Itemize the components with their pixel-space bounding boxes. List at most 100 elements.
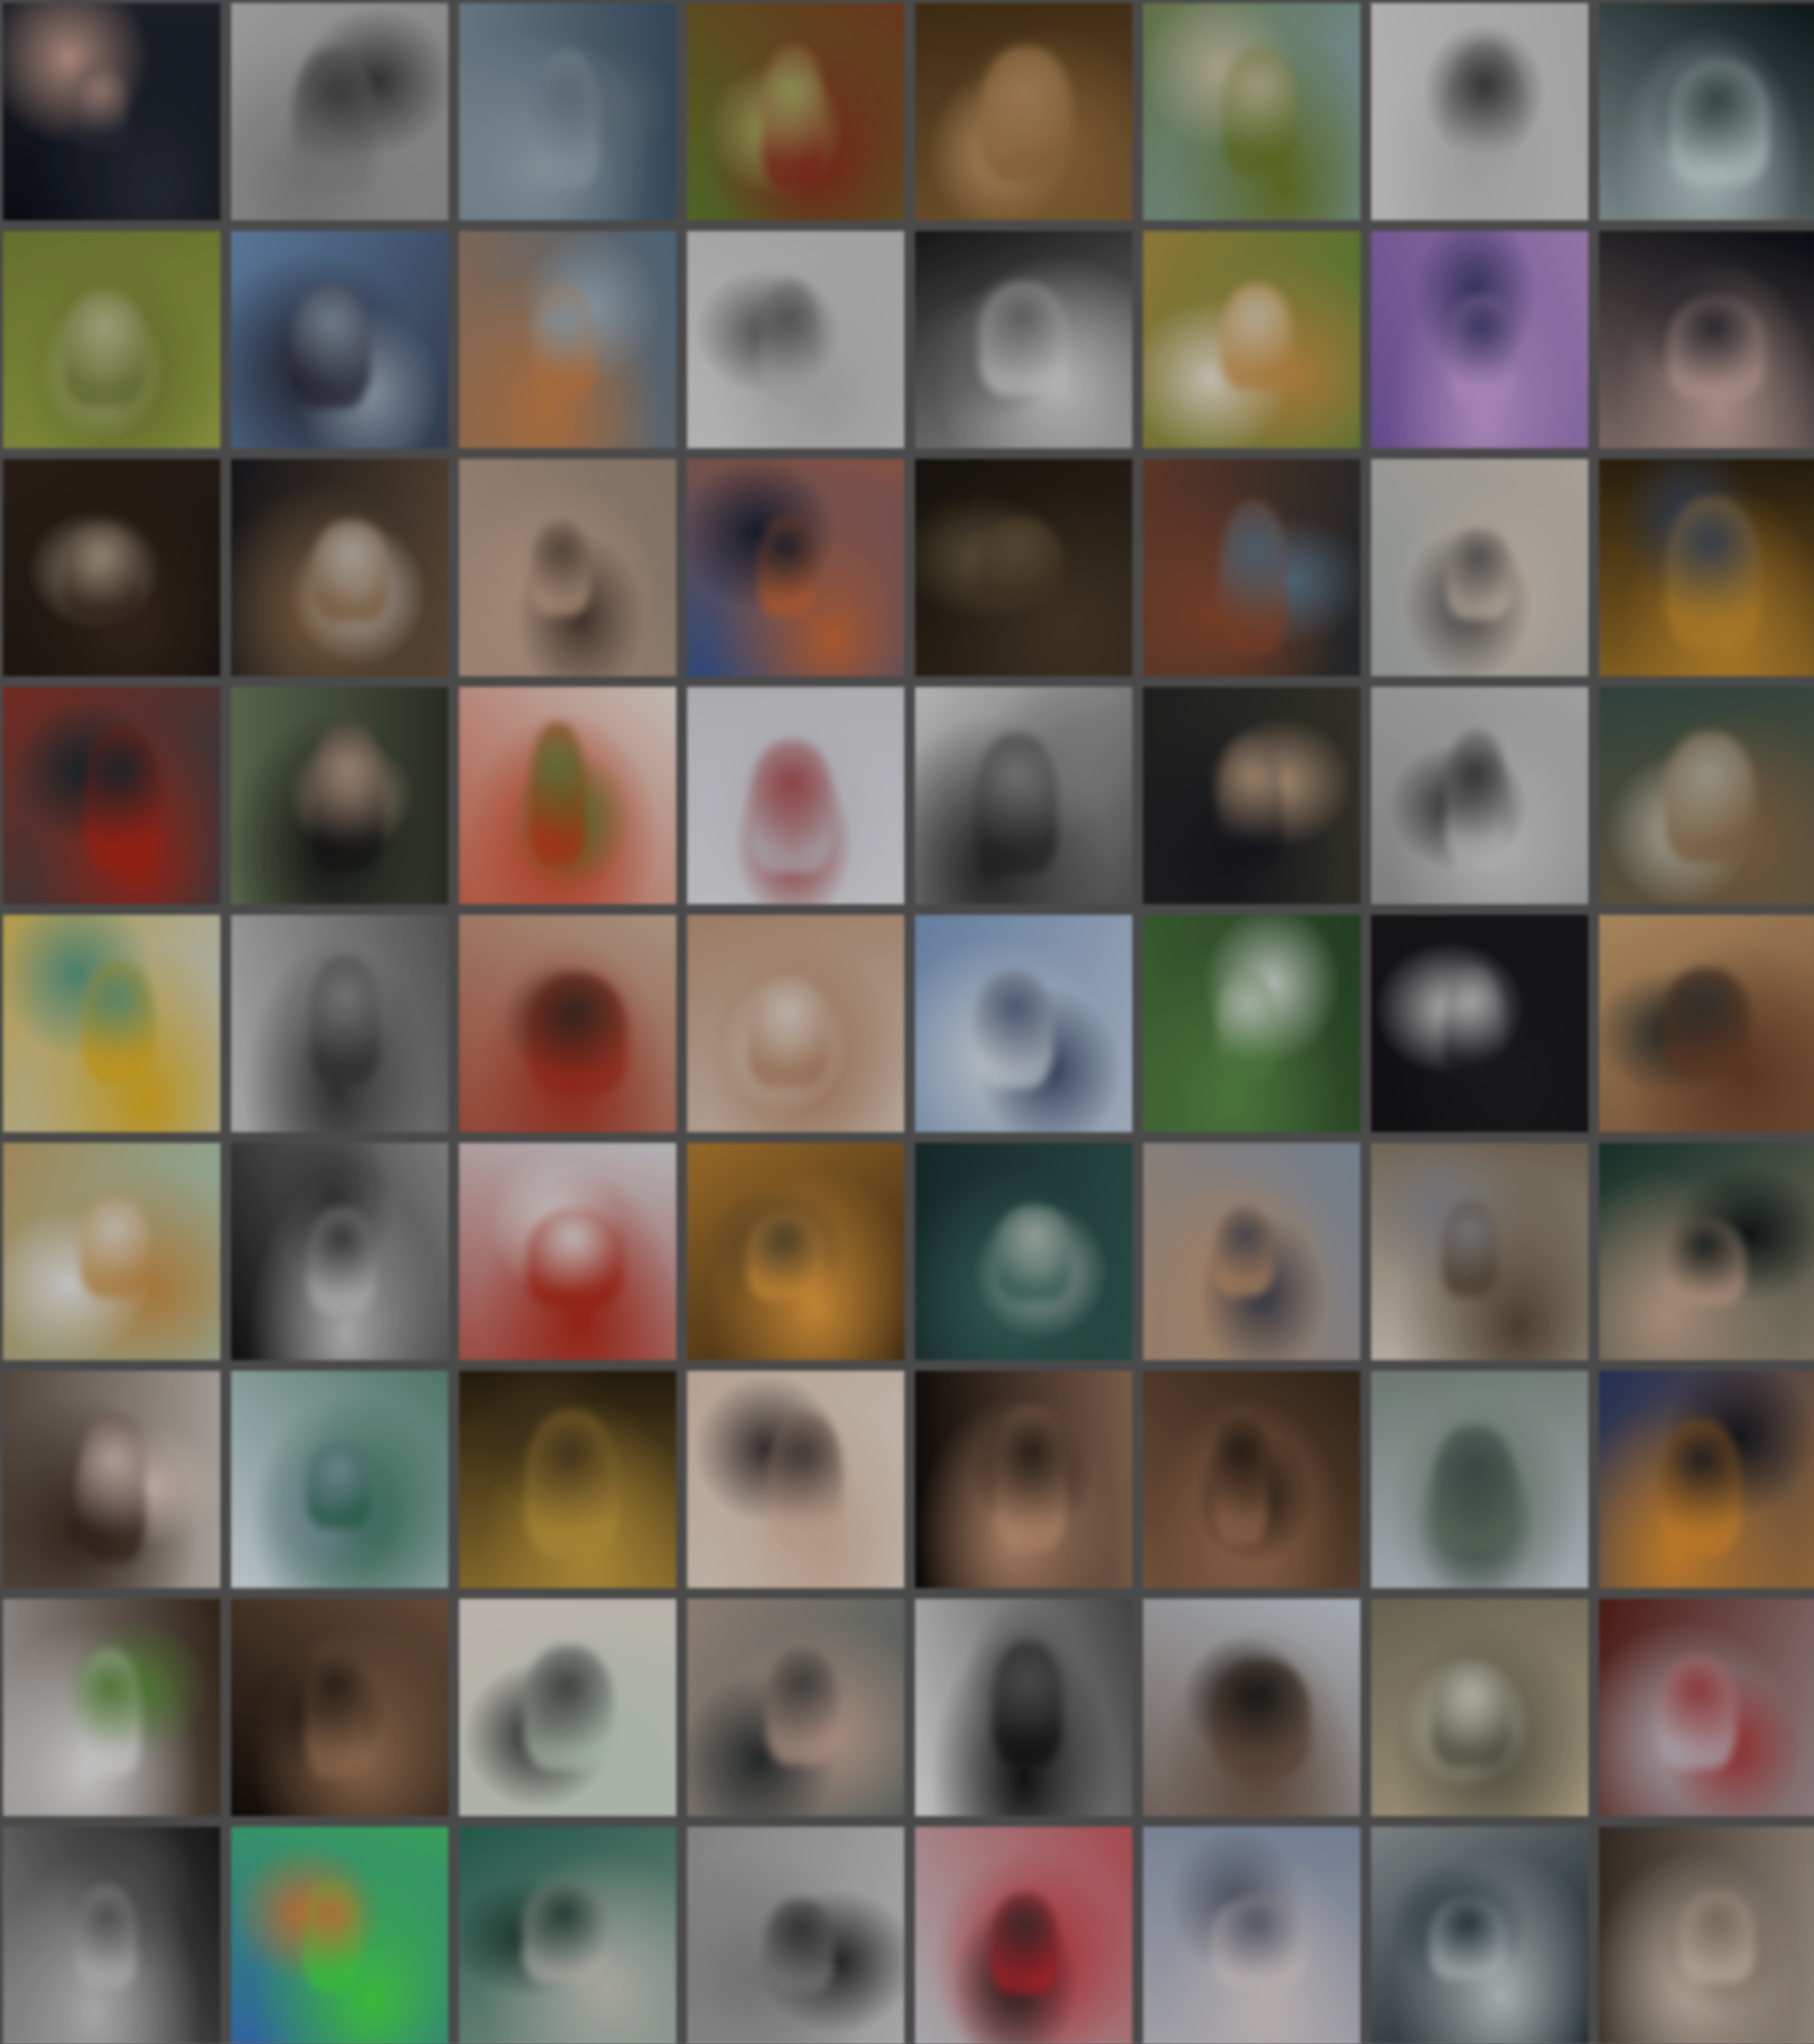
photo-thumbnail-couple-dark-doorway[interactable] xyxy=(915,231,1132,448)
photo-thumbnail-baby-portrait[interactable] xyxy=(687,1371,904,1588)
photo-thumbnail-woman-meadow[interactable] xyxy=(1143,3,1360,220)
photo-subject xyxy=(1662,967,1750,1077)
photo-subject xyxy=(528,973,627,1094)
photo-subject xyxy=(747,975,829,1087)
photo-thumbnail-cloud-balloon-field[interactable] xyxy=(3,1143,220,1360)
photo-thumbnail-people-walking-bw[interactable] xyxy=(231,3,448,220)
photo-thumbnail-greenhouse-window[interactable] xyxy=(1371,1599,1588,1816)
photo-thumbnail-boy-sailor-collar[interactable] xyxy=(1143,687,1360,904)
photo-thumbnail-black-dog[interactable] xyxy=(915,1599,1132,1816)
photo-thumbnail-sleeping-couple[interactable] xyxy=(915,687,1132,904)
photo-thumbnail-lantern[interactable] xyxy=(687,1143,904,1360)
photo-thumbnail-woman-hat-bw[interactable] xyxy=(231,915,448,1132)
photo-subject xyxy=(761,44,824,189)
photo-subject xyxy=(525,1410,618,1556)
photo-thumbnail-figure-in-sea[interactable] xyxy=(459,3,676,220)
photo-thumbnail-girl-hands-face[interactable] xyxy=(231,687,448,904)
photo-subject xyxy=(1212,1659,1310,1774)
photo-thumbnail-white-dress-log[interactable] xyxy=(1143,915,1360,1132)
photo-subject xyxy=(78,1650,141,1776)
photo-thumbnail-sunset-sky[interactable] xyxy=(1599,1371,1814,1588)
photo-thumbnail-swan-dancer[interactable] xyxy=(231,1143,448,1360)
photo-subject xyxy=(1222,48,1296,176)
photo-thumbnail-woman-rose-petals[interactable] xyxy=(1599,1599,1814,1816)
photo-subject xyxy=(1661,1218,1745,1306)
photo-thumbnail-niagara-falls[interactable] xyxy=(231,1371,448,1588)
photo-thumbnail-still-life-basket[interactable] xyxy=(231,459,448,676)
photo-thumbnail-girl-golden-dog[interactable] xyxy=(1143,231,1360,448)
photo-subject xyxy=(993,1642,1062,1765)
photo-thumbnail-woman-snowy-forest[interactable] xyxy=(1143,1599,1360,1816)
photo-thumbnail-salad-plate[interactable] xyxy=(3,1599,220,1816)
photo-thumbnail-woman-looking-up[interactable] xyxy=(1143,459,1360,676)
photo-subject xyxy=(290,283,371,408)
photo-thumbnail-woman-headscarf[interactable] xyxy=(3,3,220,220)
photo-thumbnail-tent-moon-night[interactable] xyxy=(1371,1827,1588,2044)
photo-thumbnail-fantasy-purple-boy[interactable] xyxy=(1371,231,1588,448)
photo-subject xyxy=(82,962,155,1084)
photo-thumbnail-sunflower-glass[interactable] xyxy=(3,915,220,1132)
photo-thumbnail-woman-black-dress[interactable] xyxy=(1599,1143,1814,1360)
photo-thumbnail-woman-dark-face[interactable] xyxy=(1143,1371,1360,1588)
photo-thumbnail-dancer-silhouette[interactable] xyxy=(1371,3,1588,220)
photo-thumbnail-woman-kneeling[interactable] xyxy=(1143,1827,1360,2044)
photo-thumbnail-figure-dark-room[interactable] xyxy=(231,1599,448,1816)
photo-subject xyxy=(309,956,380,1085)
photo-thumbnail-river-town-bw[interactable] xyxy=(1371,687,1588,904)
photo-thumbnail-pastries-coffee[interactable] xyxy=(459,1599,676,1816)
photo-thumbnail-woman-red-dress[interactable] xyxy=(3,687,220,904)
photo-thumbnail-porthole-portrait[interactable] xyxy=(915,1143,1132,1360)
photo-subject xyxy=(533,286,595,401)
photo-thumbnail-food-plate[interactable] xyxy=(459,687,676,904)
photo-thumbnail-jester-cello[interactable] xyxy=(915,1827,1132,2044)
photo-subject xyxy=(307,1207,375,1315)
photo-thumbnail-woman-window-floral[interactable] xyxy=(1371,1143,1588,1360)
photo-subject xyxy=(991,1893,1058,1995)
photo-thumbnail-dancer-reflection[interactable] xyxy=(915,1371,1132,1588)
photo-thumbnail-concert-stage[interactable] xyxy=(459,1371,676,1588)
photo-subject xyxy=(527,1209,622,1308)
photo-subject xyxy=(1664,732,1755,863)
photo-thumbnail-woman-lying-portrait[interactable] xyxy=(1371,459,1588,676)
photo-subject xyxy=(1445,730,1507,869)
photo-thumbnail-woman-portrait-light[interactable] xyxy=(3,1371,220,1588)
photo-subject xyxy=(81,1198,150,1298)
photo-subject xyxy=(1450,42,1521,176)
photo-thumbnail-city-night-aerial[interactable] xyxy=(1599,459,1814,676)
photo-thumbnail-mother-child[interactable] xyxy=(687,915,904,1132)
photo-thumbnail-crystal-ball-table[interactable] xyxy=(1599,687,1814,904)
photo-thumbnail-neon-palm[interactable] xyxy=(231,1827,448,2044)
photo-thumbnail-pocket-watch[interactable] xyxy=(915,3,1132,220)
photo-thumbnail-alpine-village[interactable] xyxy=(1371,1371,1588,1588)
photo-thumbnail-snowy-road-dusk[interactable] xyxy=(915,915,1132,1132)
photo-thumbnail-green-field-aerial[interactable] xyxy=(3,231,220,448)
photo-thumbnail-figure-dark-dress[interactable] xyxy=(3,459,220,676)
photo-subject xyxy=(1658,1655,1736,1769)
photo-thumbnail-girl-guitar[interactable] xyxy=(459,915,676,1132)
photo-subject xyxy=(1215,1207,1273,1296)
photo-thumbnail-snow-horizon[interactable] xyxy=(687,231,904,448)
photo-thumbnail-bare-back[interactable] xyxy=(459,459,676,676)
photo-thumbnail-dark-profile[interactable] xyxy=(915,459,1132,676)
photo-thumbnail-antlers-woman-forest[interactable] xyxy=(687,1599,904,1816)
photo-thumbnail-woman-white-hood[interactable] xyxy=(687,687,904,904)
photo-thumbnail-redhead-blue-fabric[interactable] xyxy=(459,231,676,448)
photo-subject xyxy=(1431,1661,1511,1768)
photo-thumbnail-woman-red-dress-grass[interactable] xyxy=(687,3,904,220)
photo-thumbnail-a-frame-cabin[interactable] xyxy=(1599,915,1814,1132)
photo-thumbnail-dancer-bw-room[interactable] xyxy=(3,1827,220,2044)
photo-thumbnail-woman-window-sepia[interactable] xyxy=(1599,1827,1814,2044)
photo-thumbnail-figure-in-hole[interactable] xyxy=(1599,3,1814,220)
photo-subject xyxy=(1679,1891,1755,1983)
photo-thumbnail-woman-qipao[interactable] xyxy=(459,1827,676,2044)
photo-thumbnail-woman-by-lake[interactable] xyxy=(231,231,448,448)
photo-thumbnail-woman-dark-portrait[interactable] xyxy=(1599,231,1814,448)
photo-thumbnail-window-bw[interactable] xyxy=(687,1827,904,2044)
photo-thumbnail-dark-heart[interactable] xyxy=(1371,915,1588,1132)
photo-thumbnail-sunset-sea[interactable] xyxy=(687,459,904,676)
photo-subject xyxy=(1665,496,1759,648)
photo-thumbnail-desert-vespa[interactable] xyxy=(1143,1143,1360,1360)
photo-subject xyxy=(79,1414,146,1562)
photo-subject xyxy=(306,1443,371,1529)
photo-thumbnail-girl-red-shorts[interactable] xyxy=(459,1143,676,1360)
